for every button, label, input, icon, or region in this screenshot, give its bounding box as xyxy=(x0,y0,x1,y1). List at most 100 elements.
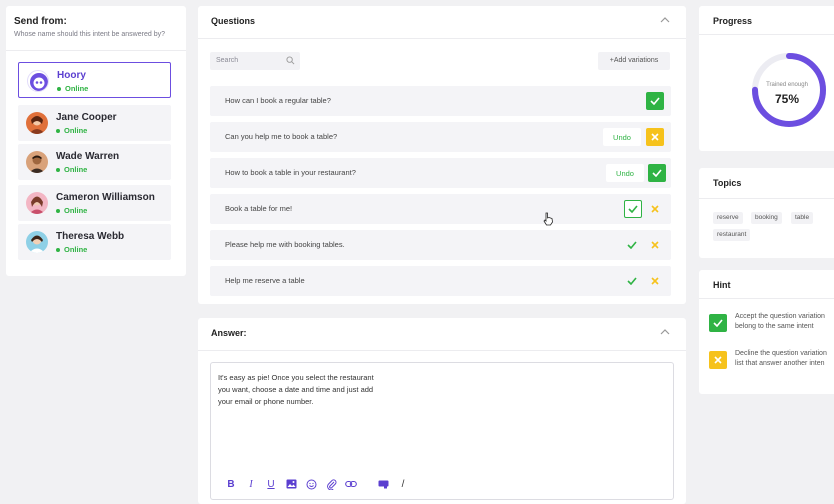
accept-button[interactable] xyxy=(648,164,666,182)
attach-button[interactable] xyxy=(321,477,341,491)
question-row: How to book a table in your restaurant? … xyxy=(210,158,671,188)
question-row: Book a table for me! xyxy=(210,194,671,224)
sender-status: Online xyxy=(56,165,87,174)
emoji-icon xyxy=(306,479,316,489)
question-row: How can I book a regular table? xyxy=(210,86,671,116)
decline-button[interactable] xyxy=(648,202,662,216)
answer-editor[interactable]: It's easy as pie! Once you select the re… xyxy=(210,362,674,500)
underline-button[interactable]: U xyxy=(261,477,281,491)
answer-title: Answer: xyxy=(211,328,247,338)
sender-name: Wade Warren xyxy=(56,151,120,162)
question-row: Can you help me to book a table? Undo xyxy=(210,122,671,152)
add-variations-button[interactable]: +Add variations xyxy=(598,52,670,70)
check-icon xyxy=(628,205,638,213)
emoji-button[interactable] xyxy=(301,477,321,491)
search-placeholder: Search xyxy=(216,57,239,64)
hint-panel: Hint Accept the question variation belon… xyxy=(699,270,834,394)
card-icon xyxy=(378,480,388,488)
search-input[interactable]: Search xyxy=(210,52,300,70)
topic-tag[interactable]: restaurant xyxy=(713,229,751,241)
sender-name: Cameron Williamson xyxy=(56,192,155,203)
close-icon xyxy=(651,241,659,249)
avatar xyxy=(26,112,48,134)
check-icon xyxy=(713,319,723,327)
hand-cursor-icon xyxy=(543,212,553,226)
questions-title: Questions xyxy=(211,16,256,26)
chevron-up-icon[interactable] xyxy=(660,328,670,336)
question-text: How can I book a regular table? xyxy=(225,96,331,105)
accept-hint-icon xyxy=(709,314,727,332)
progress-value: 75% xyxy=(774,92,800,106)
decline-button[interactable] xyxy=(648,274,662,288)
sender-name: Theresa Webb xyxy=(56,231,125,242)
check-icon xyxy=(652,169,662,177)
italic-button[interactable]: I xyxy=(241,477,261,491)
send-from-title: Send from: xyxy=(14,16,67,27)
topics-panel: Topics reserve booking table restaurant xyxy=(699,168,834,258)
close-icon xyxy=(714,356,722,364)
accept-button[interactable] xyxy=(624,200,642,218)
progress-ring xyxy=(752,53,826,127)
sender-item-wade-warren[interactable]: Wade Warren Online xyxy=(18,144,171,180)
topic-tag[interactable]: table xyxy=(791,212,814,224)
editor-toolbar: B I U / xyxy=(221,477,413,491)
undo-button[interactable]: Undo xyxy=(603,128,641,146)
decline-button[interactable] xyxy=(648,238,662,252)
sender-item-hoory[interactable]: Hoory Online xyxy=(18,62,171,98)
close-icon xyxy=(651,205,659,213)
send-from-header: Send from: Whose name should this intent… xyxy=(6,6,186,51)
accept-button[interactable] xyxy=(625,274,639,288)
link-icon xyxy=(345,480,357,488)
bold-button[interactable]: B xyxy=(221,477,241,491)
image-icon xyxy=(286,479,296,489)
slash-command-button[interactable]: / xyxy=(393,477,413,491)
sender-item-cameron-williamson[interactable]: Cameron Williamson Online xyxy=(18,185,171,221)
topic-tag[interactable]: booking xyxy=(751,212,782,224)
close-icon xyxy=(651,277,659,285)
card-button[interactable] xyxy=(373,477,393,491)
sender-name: Jane Cooper xyxy=(56,112,117,123)
close-icon xyxy=(651,133,659,141)
accept-hint-text: Accept the question variation belong to … xyxy=(735,313,825,330)
decline-button[interactable] xyxy=(646,128,664,146)
sender-status: Online xyxy=(56,245,87,254)
sender-status: Online xyxy=(56,126,87,135)
progress-title: Progress xyxy=(713,16,753,26)
check-icon xyxy=(627,241,637,249)
image-button[interactable] xyxy=(281,477,301,491)
answer-panel: Answer: It's easy as pie! Once you selec… xyxy=(198,318,686,504)
question-row: Help me reserve a table xyxy=(210,266,671,296)
paperclip-icon xyxy=(326,478,336,490)
sender-name: Hoory xyxy=(57,70,86,81)
avatar xyxy=(26,151,48,173)
avatar xyxy=(26,231,48,253)
accept-button[interactable] xyxy=(646,92,664,110)
decline-hint-icon xyxy=(709,351,727,369)
question-text: Book a table for me! xyxy=(225,204,293,213)
hoory-logo-icon xyxy=(27,70,49,92)
avatar xyxy=(26,192,48,214)
accept-button[interactable] xyxy=(625,238,639,252)
question-text: Can you help me to book a table? xyxy=(225,132,338,141)
question-row: Please help me with booking tables. xyxy=(210,230,671,260)
chevron-up-icon[interactable] xyxy=(660,16,670,24)
progress-label: Trained enough xyxy=(766,82,808,88)
questions-panel: Questions Search +Add variations How can… xyxy=(198,6,686,304)
hint-title: Hint xyxy=(713,280,731,290)
sender-item-jane-cooper[interactable]: Jane Cooper Online xyxy=(18,105,171,141)
question-text: Help me reserve a table xyxy=(225,276,305,285)
check-icon xyxy=(650,97,660,105)
undo-button[interactable]: Undo xyxy=(606,164,644,182)
topic-tag[interactable]: reserve xyxy=(713,212,743,224)
progress-panel: Progress Trained enough 75% xyxy=(699,6,834,151)
sender-item-theresa-webb[interactable]: Theresa Webb Online xyxy=(18,224,171,260)
check-icon xyxy=(627,277,637,285)
topics-title: Topics xyxy=(713,178,742,188)
link-button[interactable] xyxy=(341,477,361,491)
decline-hint-text: Decline the question variation list that… xyxy=(735,350,827,367)
send-from-subtitle: Whose name should this intent be answere… xyxy=(14,31,165,38)
sender-status: Online xyxy=(56,206,87,215)
search-icon xyxy=(286,56,295,65)
answer-text: It's easy as pie! Once you select the re… xyxy=(218,373,374,406)
sender-status: Online xyxy=(57,84,88,93)
